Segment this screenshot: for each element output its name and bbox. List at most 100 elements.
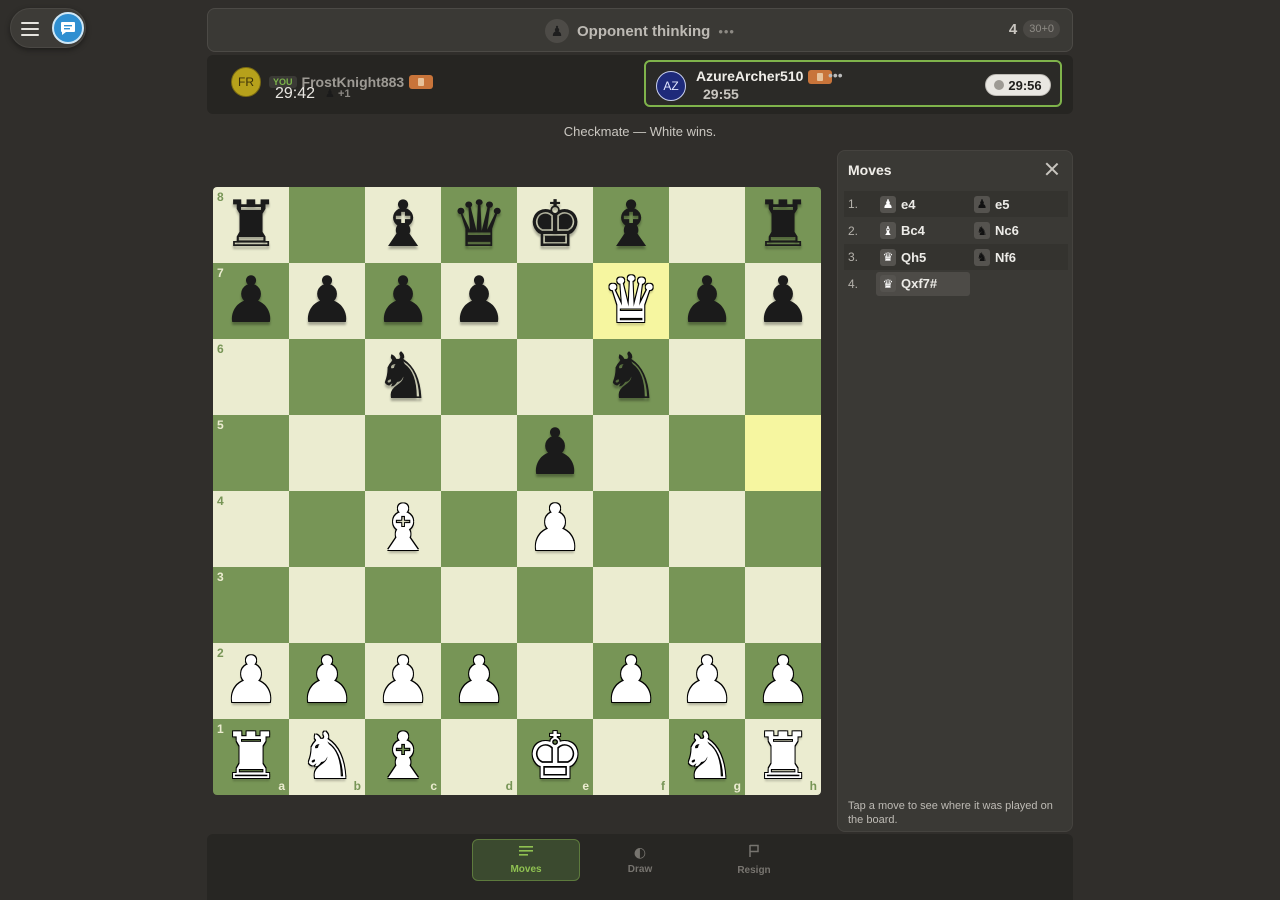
square-h4[interactable]: [745, 491, 821, 567]
square-d3[interactable]: [441, 567, 517, 643]
square-e4[interactable]: ♟: [517, 491, 593, 567]
white-bishop-piece[interactable]: ♝: [374, 491, 431, 567]
square-d6[interactable]: [441, 339, 517, 415]
avatar[interactable]: FR: [231, 67, 261, 97]
black-move[interactable]: ♟ e5: [970, 192, 1064, 216]
square-d8[interactable]: ♛: [441, 187, 517, 263]
moves-tab-button[interactable]: Moves: [472, 839, 580, 881]
square-c2[interactable]: ♟: [365, 643, 441, 719]
white-bishop-piece[interactable]: ♝: [374, 719, 431, 795]
square-f7[interactable]: ♛: [593, 263, 669, 339]
square-f6[interactable]: ♞: [593, 339, 669, 415]
square-b4[interactable]: [289, 491, 365, 567]
draw-button[interactable]: ◐ Draw: [586, 839, 694, 881]
black-pawn-piece[interactable]: ♟: [222, 263, 279, 339]
square-g6[interactable]: [669, 339, 745, 415]
square-h3[interactable]: [745, 567, 821, 643]
square-b2[interactable]: ♟: [289, 643, 365, 719]
square-g7[interactable]: ♟: [669, 263, 745, 339]
square-c6[interactable]: ♞: [365, 339, 441, 415]
square-a7[interactable]: 7 ♟: [213, 263, 289, 339]
square-b3[interactable]: [289, 567, 365, 643]
black-move[interactable]: ♞ Nf6: [970, 245, 1064, 269]
square-g2[interactable]: ♟: [669, 643, 745, 719]
square-c5[interactable]: [365, 415, 441, 491]
square-e3[interactable]: [517, 567, 593, 643]
white-pawn-piece[interactable]: ♟: [222, 643, 279, 719]
square-h1[interactable]: h ♜: [745, 719, 821, 795]
black-knight-piece[interactable]: ♞: [602, 339, 659, 415]
black-rook-piece[interactable]: ♜: [754, 187, 811, 263]
player-name[interactable]: FrostKnight883: [302, 74, 405, 90]
resign-button[interactable]: Resign: [700, 839, 808, 881]
square-d2[interactable]: ♟: [441, 643, 517, 719]
square-f2[interactable]: ♟: [593, 643, 669, 719]
square-b1[interactable]: b ♞: [289, 719, 365, 795]
black-king-piece[interactable]: ♚: [526, 187, 583, 263]
black-pawn-piece[interactable]: ♟: [450, 263, 507, 339]
white-pawn-piece[interactable]: ♟: [526, 491, 583, 567]
more-options-icon[interactable]: •••: [828, 67, 843, 83]
square-c8[interactable]: ♝: [365, 187, 441, 263]
square-b7[interactable]: ♟: [289, 263, 365, 339]
square-b8[interactable]: [289, 187, 365, 263]
square-f4[interactable]: [593, 491, 669, 567]
white-pawn-piece[interactable]: ♟: [374, 643, 431, 719]
square-c7[interactable]: ♟: [365, 263, 441, 339]
square-d1[interactable]: d: [441, 719, 517, 795]
square-h8[interactable]: ♜: [745, 187, 821, 263]
square-b5[interactable]: [289, 415, 365, 491]
square-f8[interactable]: ♝: [593, 187, 669, 263]
square-g4[interactable]: [669, 491, 745, 567]
chess-board[interactable]: 8 ♜ ♝ ♛ ♚ ♝ ♜ 7 ♟ ♟ ♟ ♟ ♛ ♟ ♟ 6 ♞ ♞ 5 ♟ 4 ♝ ♟ 3 2 ♟ ♟ ♟ ♟ ♟ ♟ ♟ 1 a ♜ b ♞ c ♝ d…: [213, 187, 821, 795]
black-pawn-piece[interactable]: ♟: [678, 263, 735, 339]
black-rook-piece[interactable]: ♜: [222, 187, 279, 263]
white-queen-piece[interactable]: ♛: [602, 263, 659, 339]
white-pawn-piece[interactable]: ♟: [678, 643, 735, 719]
square-a3[interactable]: 3: [213, 567, 289, 643]
black-pawn-piece[interactable]: ♟: [298, 263, 355, 339]
black-knight-piece[interactable]: ♞: [374, 339, 431, 415]
black-queen-piece[interactable]: ♛: [450, 187, 507, 263]
square-c4[interactable]: ♝: [365, 491, 441, 567]
square-d4[interactable]: [441, 491, 517, 567]
white-move[interactable]: ♛ Qh5: [876, 245, 970, 269]
black-bishop-piece[interactable]: ♝: [374, 187, 431, 263]
square-a5[interactable]: 5: [213, 415, 289, 491]
black-move[interactable]: ♞ Nc6: [970, 219, 1064, 243]
menu-icon[interactable]: [19, 18, 41, 40]
square-g1[interactable]: g ♞: [669, 719, 745, 795]
square-a4[interactable]: 4: [213, 491, 289, 567]
square-a2[interactable]: 2 ♟: [213, 643, 289, 719]
black-pawn-piece[interactable]: ♟: [754, 263, 811, 339]
square-e6[interactable]: [517, 339, 593, 415]
square-h2[interactable]: ♟: [745, 643, 821, 719]
white-knight-piece[interactable]: ♞: [298, 719, 355, 795]
square-e8[interactable]: ♚: [517, 187, 593, 263]
black-pawn-piece[interactable]: ♟: [526, 415, 583, 491]
square-d7[interactable]: ♟: [441, 263, 517, 339]
square-d5[interactable]: [441, 415, 517, 491]
white-move[interactable]: ♟ e4: [876, 192, 970, 216]
white-pawn-piece[interactable]: ♟: [754, 643, 811, 719]
white-king-piece[interactable]: ♚: [526, 719, 583, 795]
square-g8[interactable]: [669, 187, 745, 263]
close-icon[interactable]: [1044, 161, 1060, 177]
chat-button[interactable]: [52, 12, 84, 44]
square-f1[interactable]: f: [593, 719, 669, 795]
square-h7[interactable]: ♟: [745, 263, 821, 339]
white-rook-piece[interactable]: ♜: [222, 719, 279, 795]
black-bishop-piece[interactable]: ♝: [602, 187, 659, 263]
square-e1[interactable]: e ♚: [517, 719, 593, 795]
square-b6[interactable]: [289, 339, 365, 415]
square-e2[interactable]: [517, 643, 593, 719]
white-pawn-piece[interactable]: ♟: [602, 643, 659, 719]
square-c3[interactable]: [365, 567, 441, 643]
white-rook-piece[interactable]: ♜: [754, 719, 811, 795]
opponent-name[interactable]: AzureArcher510: [696, 68, 803, 84]
white-pawn-piece[interactable]: ♟: [450, 643, 507, 719]
square-g3[interactable]: [669, 567, 745, 643]
square-e5[interactable]: ♟: [517, 415, 593, 491]
white-move[interactable]: ♝ Bc4: [876, 219, 970, 243]
black-pawn-piece[interactable]: ♟: [374, 263, 431, 339]
